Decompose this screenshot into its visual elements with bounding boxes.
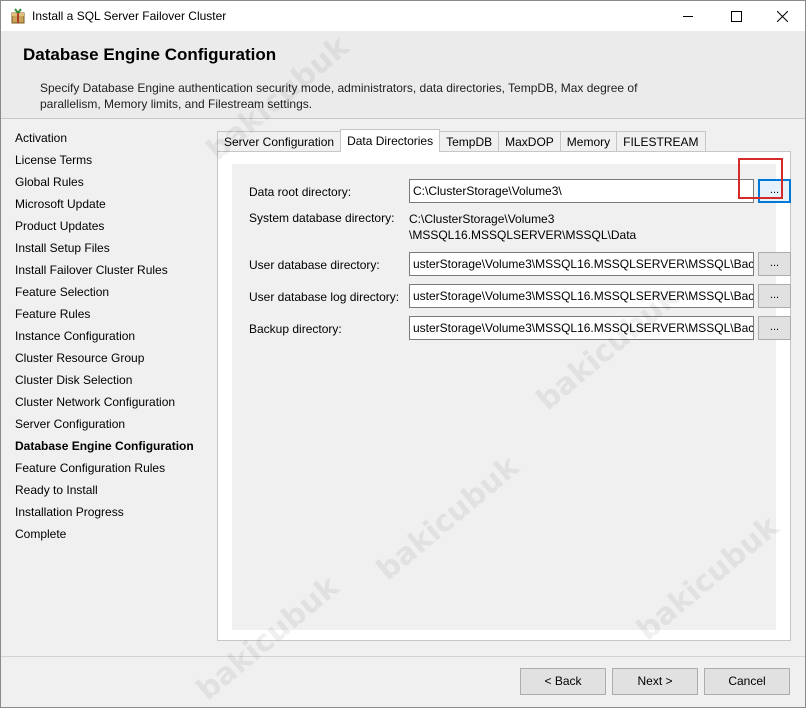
user-db-log-label: User database log directory: — [249, 290, 400, 304]
annotation-highlight-box — [738, 158, 783, 199]
nav-item-feature-configuration-rules[interactable]: Feature Configuration Rules — [15, 460, 205, 482]
data-root-input[interactable]: C:\ClusterStorage\Volume3\ — [409, 179, 754, 203]
nav-item-server-configuration[interactable]: Server Configuration — [15, 416, 205, 438]
maximize-button[interactable] — [713, 1, 759, 31]
data-directories-panel: Data root directory: C:\ClusterStorage\V… — [217, 151, 791, 641]
nav-item-product-updates[interactable]: Product Updates — [15, 218, 205, 240]
nav-item-complete[interactable]: Complete — [15, 526, 205, 548]
nav-item-microsoft-update[interactable]: Microsoft Update — [15, 196, 205, 218]
tab-maxdop[interactable]: MaxDOP — [498, 131, 561, 152]
backup-input[interactable]: usterStorage\Volume3\MSSQL16.MSSQLSERVER… — [409, 316, 754, 340]
nav-item-feature-rules[interactable]: Feature Rules — [15, 306, 205, 328]
user-db-value: usterStorage\Volume3\MSSQL16.MSSQLSERVER… — [413, 257, 754, 271]
window-title: Install a SQL Server Failover Cluster — [32, 9, 227, 23]
setup-steps-nav: Activation License Terms Global Rules Mi… — [15, 130, 205, 548]
system-db-label: System database directory: — [249, 211, 395, 225]
next-button[interactable]: Next > — [612, 668, 698, 695]
nav-item-install-failover-cluster-rules[interactable]: Install Failover Cluster Rules — [15, 262, 205, 284]
tab-tempdb[interactable]: TempDB — [439, 131, 500, 152]
close-button[interactable] — [759, 1, 805, 31]
system-db-value-line1: C:\ClusterStorage\Volume3 — [409, 212, 555, 226]
nav-item-feature-selection[interactable]: Feature Selection — [15, 284, 205, 306]
page-header: Database Engine Configuration Specify Da… — [1, 31, 805, 119]
backup-label: Backup directory: — [249, 322, 342, 336]
installer-window: Install a SQL Server Failover Cluster Da… — [0, 0, 806, 708]
nav-item-global-rules[interactable]: Global Rules — [15, 174, 205, 196]
user-db-input[interactable]: usterStorage\Volume3\MSSQL16.MSSQLSERVER… — [409, 252, 754, 276]
data-directories-form: Data root directory: C:\ClusterStorage\V… — [232, 164, 791, 630]
title-bar[interactable]: Install a SQL Server Failover Cluster — [1, 1, 805, 31]
user-db-label: User database directory: — [249, 258, 380, 272]
nav-item-database-engine-configuration[interactable]: Database Engine Configuration — [15, 438, 205, 460]
backup-value: usterStorage\Volume3\MSSQL16.MSSQLSERVER… — [413, 321, 754, 335]
back-button[interactable]: < Back — [520, 668, 606, 695]
tab-data-directories[interactable]: Data Directories — [340, 129, 441, 152]
nav-item-installation-progress[interactable]: Installation Progress — [15, 504, 205, 526]
nav-item-activation[interactable]: Activation — [15, 130, 205, 152]
backup-browse-button[interactable]: ... — [758, 316, 791, 340]
system-db-value-line2: \MSSQL16.MSSQLSERVER\MSSQL\Data — [409, 228, 637, 242]
user-db-log-value: usterStorage\Volume3\MSSQL16.MSSQLSERVER… — [413, 289, 754, 303]
nav-item-install-setup-files[interactable]: Install Setup Files — [15, 240, 205, 262]
page-title: Database Engine Configuration — [23, 45, 277, 64]
nav-item-cluster-network-configuration[interactable]: Cluster Network Configuration — [15, 394, 205, 416]
tab-memory[interactable]: Memory — [559, 131, 618, 152]
nav-item-cluster-resource-group[interactable]: Cluster Resource Group — [15, 350, 205, 372]
cancel-button[interactable]: Cancel — [704, 668, 790, 695]
footer-divider — [1, 656, 805, 657]
tab-filestream[interactable]: FILESTREAM — [616, 131, 706, 152]
user-db-log-browse-button[interactable]: ... — [758, 284, 791, 308]
user-db-log-input[interactable]: usterStorage\Volume3\MSSQL16.MSSQLSERVER… — [409, 284, 754, 308]
nav-item-cluster-disk-selection[interactable]: Cluster Disk Selection — [15, 372, 205, 394]
data-root-value: C:\ClusterStorage\Volume3\ — [413, 184, 562, 198]
data-root-label: Data root directory: — [249, 185, 352, 199]
sql-setup-icon — [10, 8, 26, 24]
config-tabs: Server Configuration Data Directories Te… — [217, 129, 706, 152]
page-description: Specify Database Engine authentication s… — [40, 81, 638, 111]
nav-item-instance-configuration[interactable]: Instance Configuration — [15, 328, 205, 350]
nav-item-license-terms[interactable]: License Terms — [15, 152, 205, 174]
nav-item-ready-to-install[interactable]: Ready to Install — [15, 482, 205, 504]
user-db-browse-button[interactable]: ... — [758, 252, 791, 276]
minimize-button[interactable] — [665, 1, 711, 31]
tab-server-configuration[interactable]: Server Configuration — [217, 131, 342, 152]
